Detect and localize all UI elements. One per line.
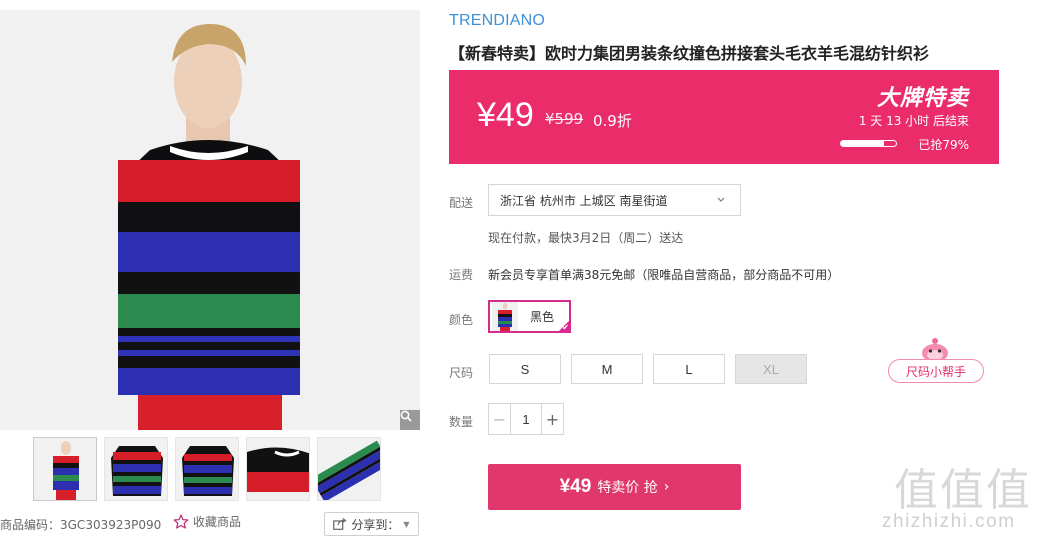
caret-down-icon: ▼ <box>403 519 410 529</box>
watermark-text: zhizhizhi.com <box>882 511 1016 532</box>
size-option-s[interactable]: S <box>489 354 561 384</box>
favorite-label: 收藏商品 <box>193 515 242 529</box>
thumbnail-sweater-sleeve[interactable] <box>317 437 381 501</box>
region-value: 浙江省 杭州市 上城区 南星街道 <box>500 193 668 208</box>
thumbnail-model-front[interactable] <box>33 437 97 501</box>
zoom-button[interactable] <box>400 410 420 430</box>
size-helper-button[interactable]: 尺码小帮手 <box>888 336 984 384</box>
price-banner: ¥49 ¥599 0.9折 大牌特卖 1 天 13 小时 后结束 已抢79% <box>449 70 999 164</box>
size-label: 尺码 <box>449 366 474 380</box>
thumbnail-sweater-detail[interactable] <box>246 437 310 501</box>
thumbnail-sweater-back[interactable] <box>175 437 239 501</box>
color-option-name: 黑色 <box>530 310 555 324</box>
thumbnail-strip <box>33 437 381 501</box>
thumbnail-sweater-front[interactable] <box>104 437 168 501</box>
share-label: 分享到： <box>351 517 400 532</box>
color-swatch-image <box>492 302 518 331</box>
buy-now-button[interactable]: ¥49 特卖价 抢 › <box>488 464 741 510</box>
buy-button-label: 特卖价 抢 <box>597 480 658 496</box>
delivery-label: 配送 <box>449 196 474 210</box>
buy-button-price: ¥49 <box>559 476 592 497</box>
flash-sale-label: 大牌特卖 <box>876 86 969 111</box>
countdown-timer: 1 天 13 小时 后结束 <box>858 114 969 128</box>
sold-progress-bar <box>840 140 897 147</box>
color-option-black[interactable]: 黑色 ✔ <box>488 300 571 333</box>
magnifier-icon <box>400 410 412 422</box>
delivery-estimate: 现在付款，最快3月2日（周二）送达 <box>488 231 684 245</box>
checkmark-icon: ✔ <box>562 323 569 332</box>
product-title: 【新春特卖】欧时力集团男装条纹撞色拼接套头毛衣羊毛混纺针织衫 <box>449 44 930 63</box>
watermark-glyphs: 值值值 <box>894 465 1032 516</box>
quantity-value[interactable]: 1 <box>511 404 541 434</box>
quantity-label: 数量 <box>449 415 474 429</box>
size-helper-label: 尺码小帮手 <box>888 359 984 383</box>
chevron-down-icon <box>717 197 725 202</box>
quantity-decrease-button[interactable]: − <box>489 404 511 434</box>
current-price: ¥49 <box>477 96 534 134</box>
share-icon <box>333 518 347 530</box>
share-dropdown[interactable]: 分享到： ▼ <box>324 512 419 536</box>
color-label: 颜色 <box>449 313 474 327</box>
favorite-button[interactable]: 收藏商品 <box>173 513 241 530</box>
sold-progress-text: 已抢79% <box>918 138 969 152</box>
sold-progress-fill <box>841 141 885 146</box>
original-price: ¥599 <box>545 110 584 128</box>
item-code: 商品编码：3GC303923P090 <box>0 518 162 532</box>
size-option-xl: XL <box>735 354 807 384</box>
region-selector[interactable]: 浙江省 杭州市 上城区 南星街道 <box>488 184 741 216</box>
main-product-image[interactable] <box>0 10 420 430</box>
shipping-info: 新会员专享首单满38元免邮（限唯品自营商品，部分商品不可用） <box>488 268 840 282</box>
site-watermark: 值值值 zhizhizhi.com <box>878 452 1044 539</box>
discount-rate: 0.9折 <box>593 112 632 130</box>
brand-link[interactable]: TRENDIANO <box>449 12 545 30</box>
star-icon <box>173 514 189 529</box>
quantity-stepper: − 1 + <box>488 403 564 435</box>
quantity-increase-button[interactable]: + <box>541 404 563 434</box>
chevron-right-icon: › <box>663 479 670 495</box>
shipping-label: 运费 <box>449 268 474 282</box>
size-option-m[interactable]: M <box>571 354 643 384</box>
sweater-model-photo <box>0 10 420 430</box>
size-option-l[interactable]: L <box>653 354 725 384</box>
